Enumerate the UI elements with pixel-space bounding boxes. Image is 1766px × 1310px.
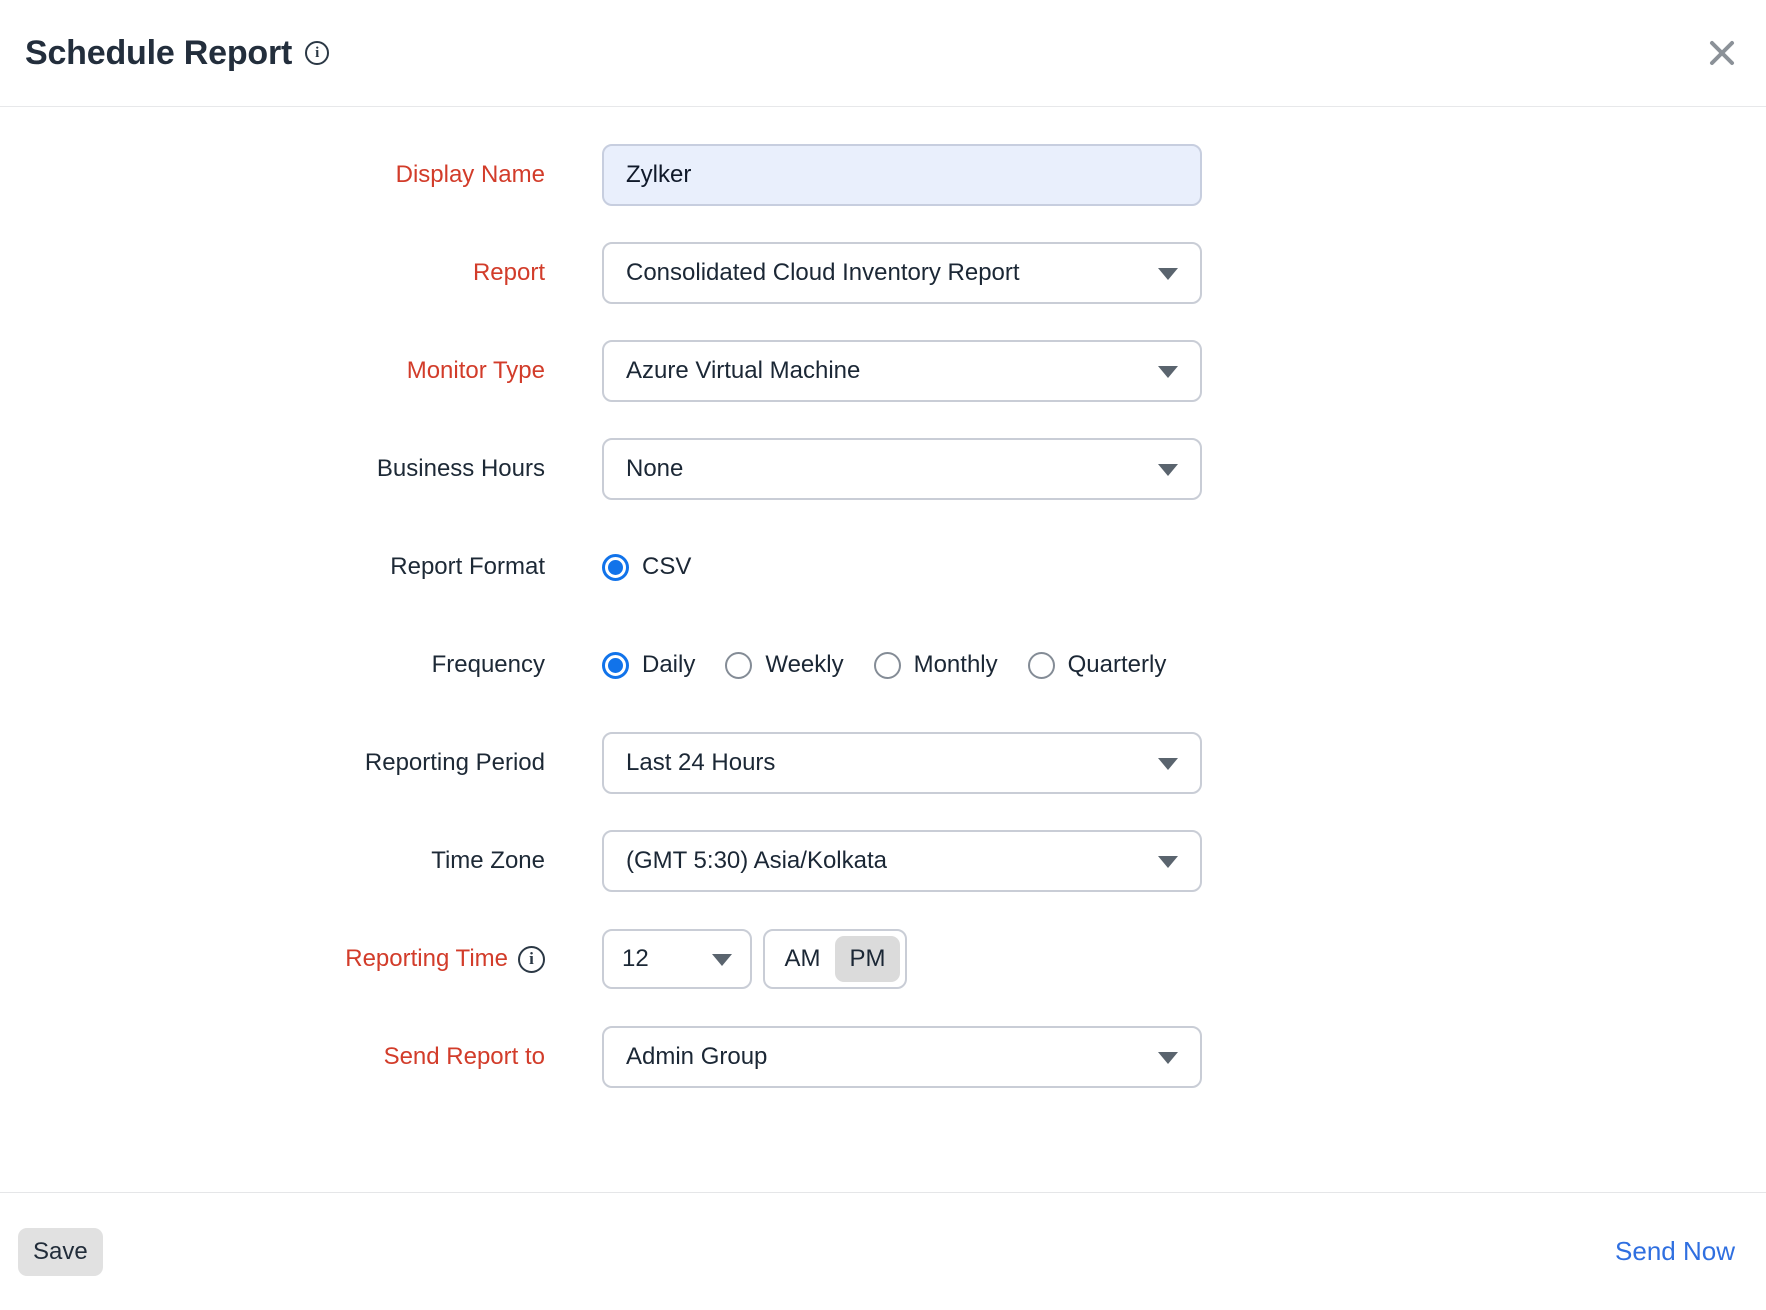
monitor-type-label: Monitor Type bbox=[0, 357, 602, 385]
display-name-label: Display Name bbox=[0, 161, 602, 189]
report-format-options: CSV bbox=[602, 553, 721, 581]
radio-label: CSV bbox=[642, 553, 691, 581]
time-zone-label: Time Zone bbox=[0, 847, 602, 875]
close-button[interactable] bbox=[1704, 35, 1740, 71]
radio-label: Daily bbox=[642, 651, 695, 679]
chevron-down-icon bbox=[1158, 758, 1178, 770]
time-zone-select[interactable]: (GMT 5:30) Asia/Kolkata bbox=[602, 830, 1202, 892]
report-format-row: Report Format CSV bbox=[0, 536, 1766, 598]
radio-option-csv[interactable]: CSV bbox=[602, 553, 691, 581]
am-pm-toggle: AM PM bbox=[763, 929, 907, 989]
reporting-period-select[interactable]: Last 24 Hours bbox=[602, 732, 1202, 794]
pm-segment[interactable]: PM bbox=[835, 936, 900, 982]
send-now-link[interactable]: Send Now bbox=[1615, 1236, 1735, 1267]
business-hours-label: Business Hours bbox=[0, 455, 602, 483]
send-report-to-row: Send Report to Admin Group bbox=[0, 1026, 1766, 1088]
reporting-time-label-text: Reporting Time bbox=[345, 945, 508, 973]
radio-option-quarterly[interactable]: Quarterly bbox=[1028, 651, 1167, 679]
business-hours-select-value: None bbox=[626, 455, 683, 483]
reporting-period-label: Reporting Period bbox=[0, 749, 602, 777]
chevron-down-icon bbox=[712, 954, 732, 966]
monitor-type-row: Monitor Type Azure Virtual Machine bbox=[0, 340, 1766, 402]
reporting-time-controls: 12 AM PM bbox=[602, 929, 907, 989]
send-report-to-select-value: Admin Group bbox=[626, 1043, 767, 1071]
dialog-header: Schedule Report bbox=[0, 0, 1766, 107]
report-format-label: Report Format bbox=[0, 553, 602, 581]
radio-label: Quarterly bbox=[1068, 651, 1167, 679]
time-zone-row: Time Zone (GMT 5:30) Asia/Kolkata bbox=[0, 830, 1766, 892]
radio-option-monthly[interactable]: Monthly bbox=[874, 651, 998, 679]
hour-select[interactable]: 12 bbox=[602, 929, 752, 989]
reporting-time-row: Reporting Time 12 AM PM bbox=[0, 928, 1766, 990]
reporting-period-row: Reporting Period Last 24 Hours bbox=[0, 732, 1766, 794]
close-icon bbox=[1708, 39, 1736, 67]
report-select-value: Consolidated Cloud Inventory Report bbox=[626, 259, 1020, 287]
chevron-down-icon bbox=[1158, 366, 1178, 378]
report-row: Report Consolidated Cloud Inventory Repo… bbox=[0, 242, 1766, 304]
radio-label: Weekly bbox=[765, 651, 843, 679]
save-button[interactable]: Save bbox=[18, 1228, 103, 1276]
display-name-input[interactable] bbox=[602, 144, 1202, 206]
radio-icon bbox=[874, 652, 901, 679]
dialog-footer: Save Send Now bbox=[0, 1192, 1766, 1310]
frequency-options: Daily Weekly Monthly Quarterly bbox=[602, 651, 1196, 679]
radio-label: Monthly bbox=[914, 651, 998, 679]
am-segment[interactable]: AM bbox=[770, 936, 835, 982]
reporting-period-select-value: Last 24 Hours bbox=[626, 749, 775, 777]
radio-icon bbox=[1028, 652, 1055, 679]
am-segment-label: AM bbox=[785, 945, 821, 973]
page-title: Schedule Report bbox=[25, 34, 292, 73]
business-hours-select[interactable]: None bbox=[602, 438, 1202, 500]
info-icon[interactable] bbox=[518, 946, 545, 973]
reporting-time-label: Reporting Time bbox=[0, 945, 602, 973]
frequency-row: Frequency Daily Weekly Monthly Quarterly bbox=[0, 634, 1766, 696]
schedule-report-dialog: Schedule Report Display Name Report Cons… bbox=[0, 0, 1766, 1310]
report-select[interactable]: Consolidated Cloud Inventory Report bbox=[602, 242, 1202, 304]
radio-icon bbox=[602, 554, 629, 581]
frequency-label: Frequency bbox=[0, 651, 602, 679]
chevron-down-icon bbox=[1158, 464, 1178, 476]
chevron-down-icon bbox=[1158, 1052, 1178, 1064]
monitor-type-select[interactable]: Azure Virtual Machine bbox=[602, 340, 1202, 402]
report-label: Report bbox=[0, 259, 602, 287]
form-body: Display Name Report Consolidated Cloud I… bbox=[0, 107, 1766, 1192]
display-name-row: Display Name bbox=[0, 144, 1766, 206]
hour-select-value: 12 bbox=[622, 945, 649, 973]
send-report-to-select[interactable]: Admin Group bbox=[602, 1026, 1202, 1088]
send-report-to-label: Send Report to bbox=[0, 1043, 602, 1071]
radio-option-weekly[interactable]: Weekly bbox=[725, 651, 843, 679]
radio-icon bbox=[725, 652, 752, 679]
chevron-down-icon bbox=[1158, 856, 1178, 868]
monitor-type-select-value: Azure Virtual Machine bbox=[626, 357, 860, 385]
chevron-down-icon bbox=[1158, 268, 1178, 280]
radio-icon bbox=[602, 652, 629, 679]
radio-option-daily[interactable]: Daily bbox=[602, 651, 695, 679]
business-hours-row: Business Hours None bbox=[0, 438, 1766, 500]
info-icon[interactable] bbox=[305, 41, 329, 65]
time-zone-select-value: (GMT 5:30) Asia/Kolkata bbox=[626, 847, 887, 875]
pm-segment-label: PM bbox=[850, 945, 886, 973]
